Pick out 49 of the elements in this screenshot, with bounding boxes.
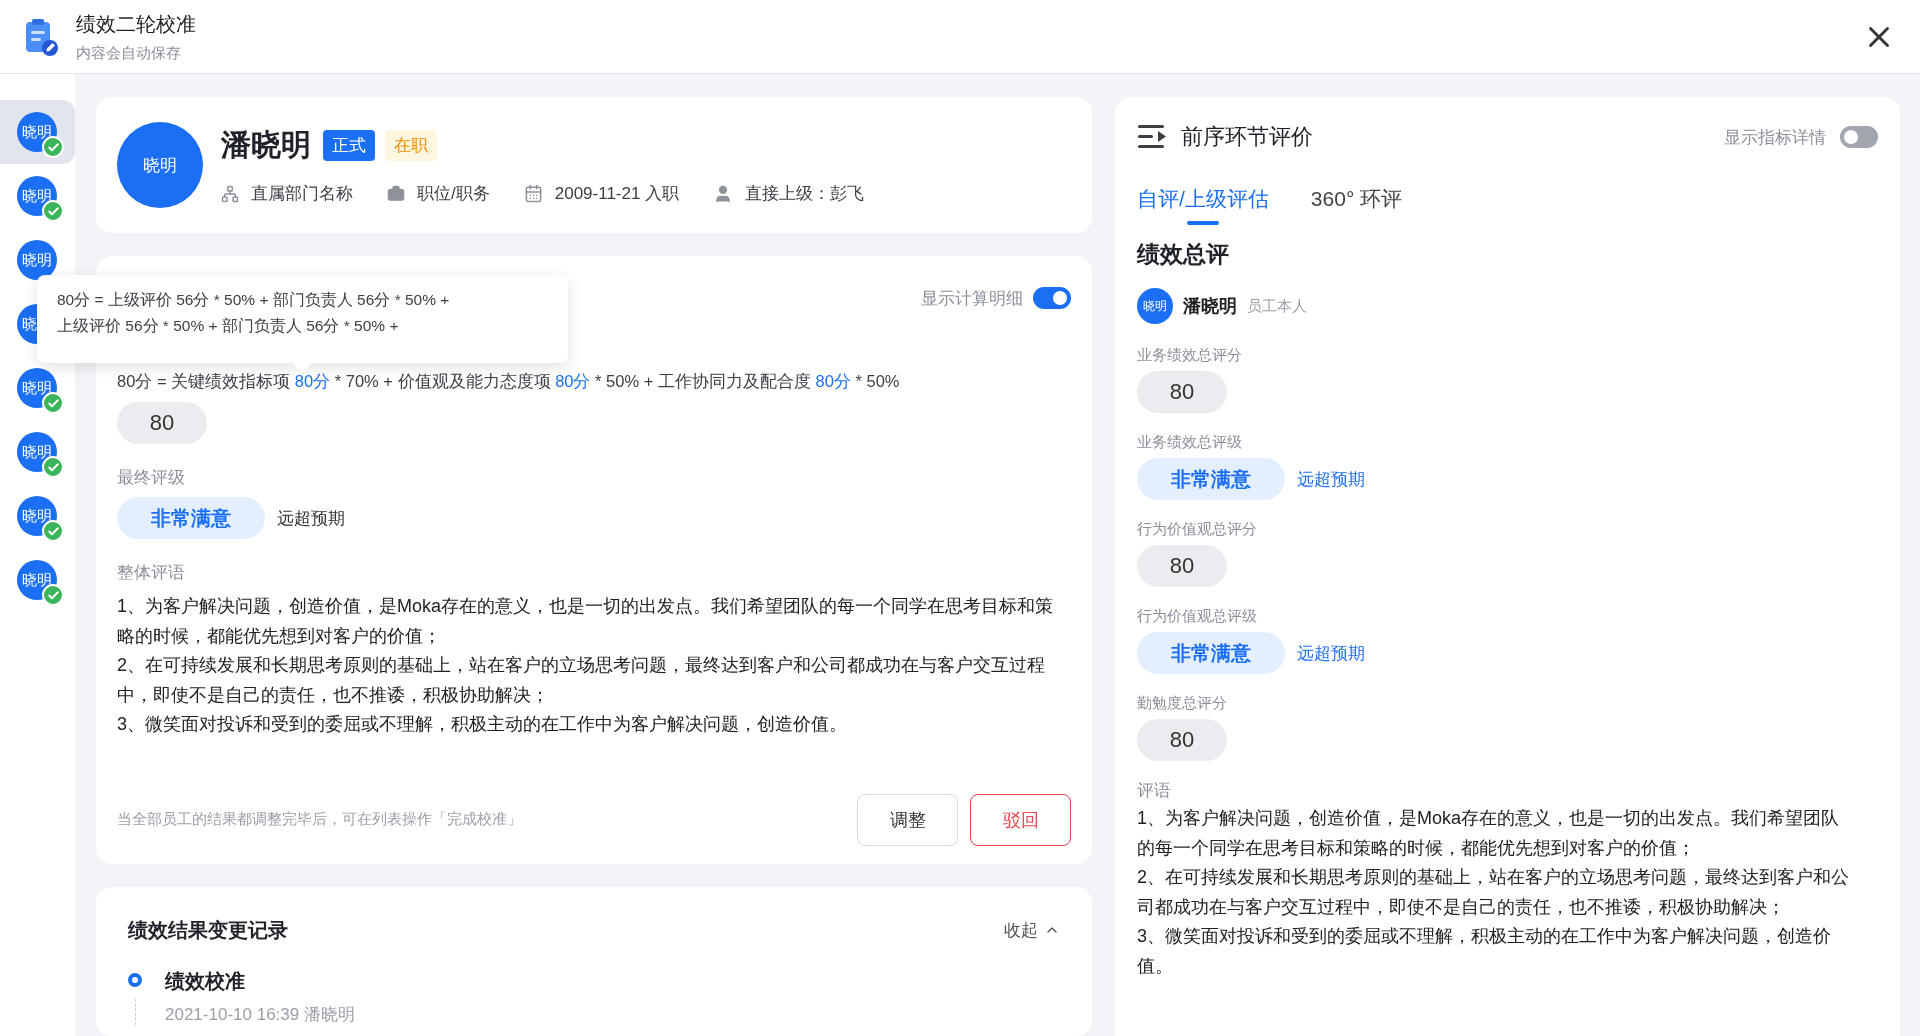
reviewer-avatar: 晓明 [1137,288,1173,324]
comment-paragraph: 1、为客户解决问题，创造价值，是Moka存在的意义，也是一切的出发点。我们希望团队的每一个同学在思考目标和策略的时候，都能优先想到对客户的价值； [117,595,1055,648]
field-label: 行为价值观总评级 [1137,607,1258,626]
grade-note: 远超预期 [277,507,345,530]
comment-paragraph: 2、在可持续发展和长期思考原则的基础上，站在客户的立场思考问题，最终达到客户和公司都成功在与客户交互过程中，即使不是自己的责任，也不推诿，积极协助解决； [117,654,1046,707]
comment-paragraph: 1、为客户解决问题，创造价值，是Moka存在的意义，也是一切的出发点。我们希望团队的每一个同学在思考目标和策略的时候，都能优先想到对客户的价值； [1137,807,1841,860]
reviewer-name: 潘晓明 [1183,295,1237,318]
field-label: 最终评级 [117,467,186,489]
score-value: 80 [117,402,207,444]
reviewer-role: 员工本人 [1247,296,1307,316]
profile-detail: 2009-11-21 入职 [554,183,680,205]
profile-avatar: 晓明 [117,122,203,208]
grade-value: 非常满意 [1137,458,1285,500]
grade-value: 非常满意 [1137,632,1285,674]
grade-note: 远超预期 [1297,468,1365,491]
autosave-note: 内容会自动保存 [76,43,182,63]
score-value: 80 [1137,545,1227,587]
grade-note: 远超预期 [1297,642,1365,665]
section-title: 绩效结果变更记录 [128,917,288,943]
status-tag: 在职 [385,130,437,161]
tooltip-text: 80分 = 上级评价 56分 * 50% + 部门负责人 56分 * 50% + [57,290,451,310]
status-tag: 正式 [323,130,375,161]
field-label: 评语 [1137,780,1172,802]
section-title: 绩效总评 [1137,240,1230,269]
field-label: 行为价值观总评分 [1137,520,1258,539]
field-label: 整体评语 [117,562,186,584]
comment-paragraph: 3、微笑面对投诉和受到的委屈或不理解，积极主动的在工作中为客户解决问题，创造价值。 [1137,925,1832,978]
footer-hint: 当全部员工的结果都调整完毕后，可在列表操作「完成校准」 [117,810,522,829]
score-value: 80 [1137,371,1227,413]
panel-title: 前序环节评价 [1181,123,1314,151]
page-title: 绩效二轮校准 [76,11,197,37]
field-label: 勤勉度总评分 [1137,694,1228,713]
toggle-label: 显示指标详情 [1724,126,1826,149]
comment-paragraph: 2、在可持续发展和长期思考原则的基础上，站在客户的立场思考问题，最终达到客户和公司都成功在与客户交互过程中，即使不是自己的责任，也不推诿，积极协助解决； [1137,866,1850,919]
profile-detail: 直接上级：彭飞 [745,183,865,205]
comment-paragraph: 3、微笑面对投诉和受到的委屈或不理解，积极主动的在工作中为客户解决问题，创造价值。 [117,713,848,736]
employee-avatar: 晓明 [17,240,57,280]
tooltip-text: 上级评价 56分 * 50% + 部门负责人 56分 * 50% + [57,316,400,336]
profile-detail: 职位/职务 [417,183,490,205]
field-label: 业务绩效总评级 [1137,433,1243,452]
profile-detail: 直属部门名称 [251,183,353,205]
employee-name: 潘晓明 [221,127,311,163]
toggle-label: 显示计算明细 [921,287,1023,310]
score-formula: 80分 = 关键绩效指标项 80分 * 70% + 价值观及能力态度项 80分 * 50% + 工作协同力及配合度 80分 * 50% [117,371,901,392]
score-value: 80 [1137,719,1227,761]
field-label: 业务绩效总评分 [1137,346,1243,365]
grade-value: 非常满意 [117,497,265,539]
history-entry-title: 绩效校准 [165,968,246,994]
history-entry-time: 2021-10-10 16:39 潘晓明 [165,1003,356,1026]
